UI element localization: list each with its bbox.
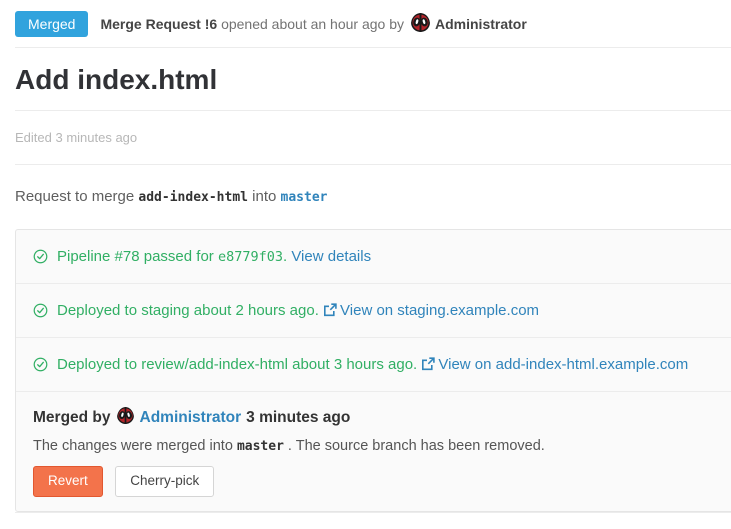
- external-link-icon: [421, 357, 435, 371]
- deadpool-avatar-icon: [117, 407, 134, 424]
- merged-time: 3 minutes ago: [246, 409, 350, 427]
- deployment-status-text: Deployed to review/add-index-html about …: [57, 356, 417, 373]
- deployment-row-staging: Deployed to staging about 2 hours ago. V…: [16, 284, 731, 338]
- mr-status-widget: Pipeline #78 passed for e8779f03. View d…: [15, 229, 731, 512]
- merged-heading: Merged by Administrator 3 minutes ago: [33, 407, 727, 429]
- cherry-pick-button[interactable]: Cherry-pick: [115, 466, 214, 497]
- view-on-review-link[interactable]: View on add-index-html.example.com: [421, 356, 688, 373]
- divider: [15, 47, 731, 48]
- commit-sha-link[interactable]: e8779f03: [218, 249, 283, 265]
- merger-avatar: [117, 407, 134, 429]
- pipeline-status-text: Pipeline #78 passed for: [57, 248, 214, 265]
- view-on-staging-link[interactable]: View on staging.example.com: [323, 302, 539, 319]
- merged-body-suffix: . The source branch has been removed.: [284, 438, 545, 454]
- merged-by-label: Merged by: [33, 409, 111, 427]
- mr-request-label: Merge Request !6: [100, 16, 217, 32]
- merged-actions: Revert Cherry-pick: [33, 466, 727, 497]
- view-details-link[interactable]: View details: [291, 248, 371, 265]
- divider: [15, 512, 731, 513]
- request-prefix: Request to merge: [15, 188, 134, 205]
- check-circle-icon: [33, 249, 48, 264]
- check-circle-icon: [33, 303, 48, 318]
- target-branch: master: [281, 190, 328, 205]
- request-to-merge-line: Request to merge add-index-html into mas…: [15, 188, 731, 205]
- edited-note: Edited 3 minutes ago: [15, 111, 731, 164]
- merged-body-prefix: The changes were merged into: [33, 438, 233, 454]
- merge-request-page: Merged Merge Request !6 opened about an …: [0, 0, 731, 513]
- status-badge: Merged: [15, 11, 88, 37]
- mr-opened-text: opened about an hour ago by: [221, 16, 404, 32]
- page-title: Add index.html: [15, 63, 731, 97]
- deployment-row-review: Deployed to review/add-index-html about …: [16, 338, 731, 392]
- deadpool-avatar-icon: [411, 13, 430, 32]
- request-middle: into: [252, 188, 276, 205]
- author-avatar: [411, 13, 430, 35]
- pipeline-row: Pipeline #78 passed for e8779f03. View d…: [16, 230, 731, 284]
- check-circle-icon: [33, 357, 48, 372]
- source-branch: add-index-html: [138, 190, 248, 205]
- merged-target-branch: master: [237, 439, 284, 454]
- header-author-link[interactable]: Administrator: [435, 16, 527, 32]
- merged-body: The changes were merged into master . Th…: [33, 438, 727, 454]
- deployment-status-text: Deployed to staging about 2 hours ago.: [57, 302, 319, 319]
- divider: [15, 164, 731, 165]
- external-link-icon: [323, 303, 337, 317]
- mr-header: Merged Merge Request !6 opened about an …: [15, 0, 731, 47]
- revert-button[interactable]: Revert: [33, 466, 103, 497]
- merger-author-link[interactable]: Administrator: [140, 409, 242, 427]
- merged-section: Merged by Administrator 3 minutes ago Th…: [16, 392, 731, 511]
